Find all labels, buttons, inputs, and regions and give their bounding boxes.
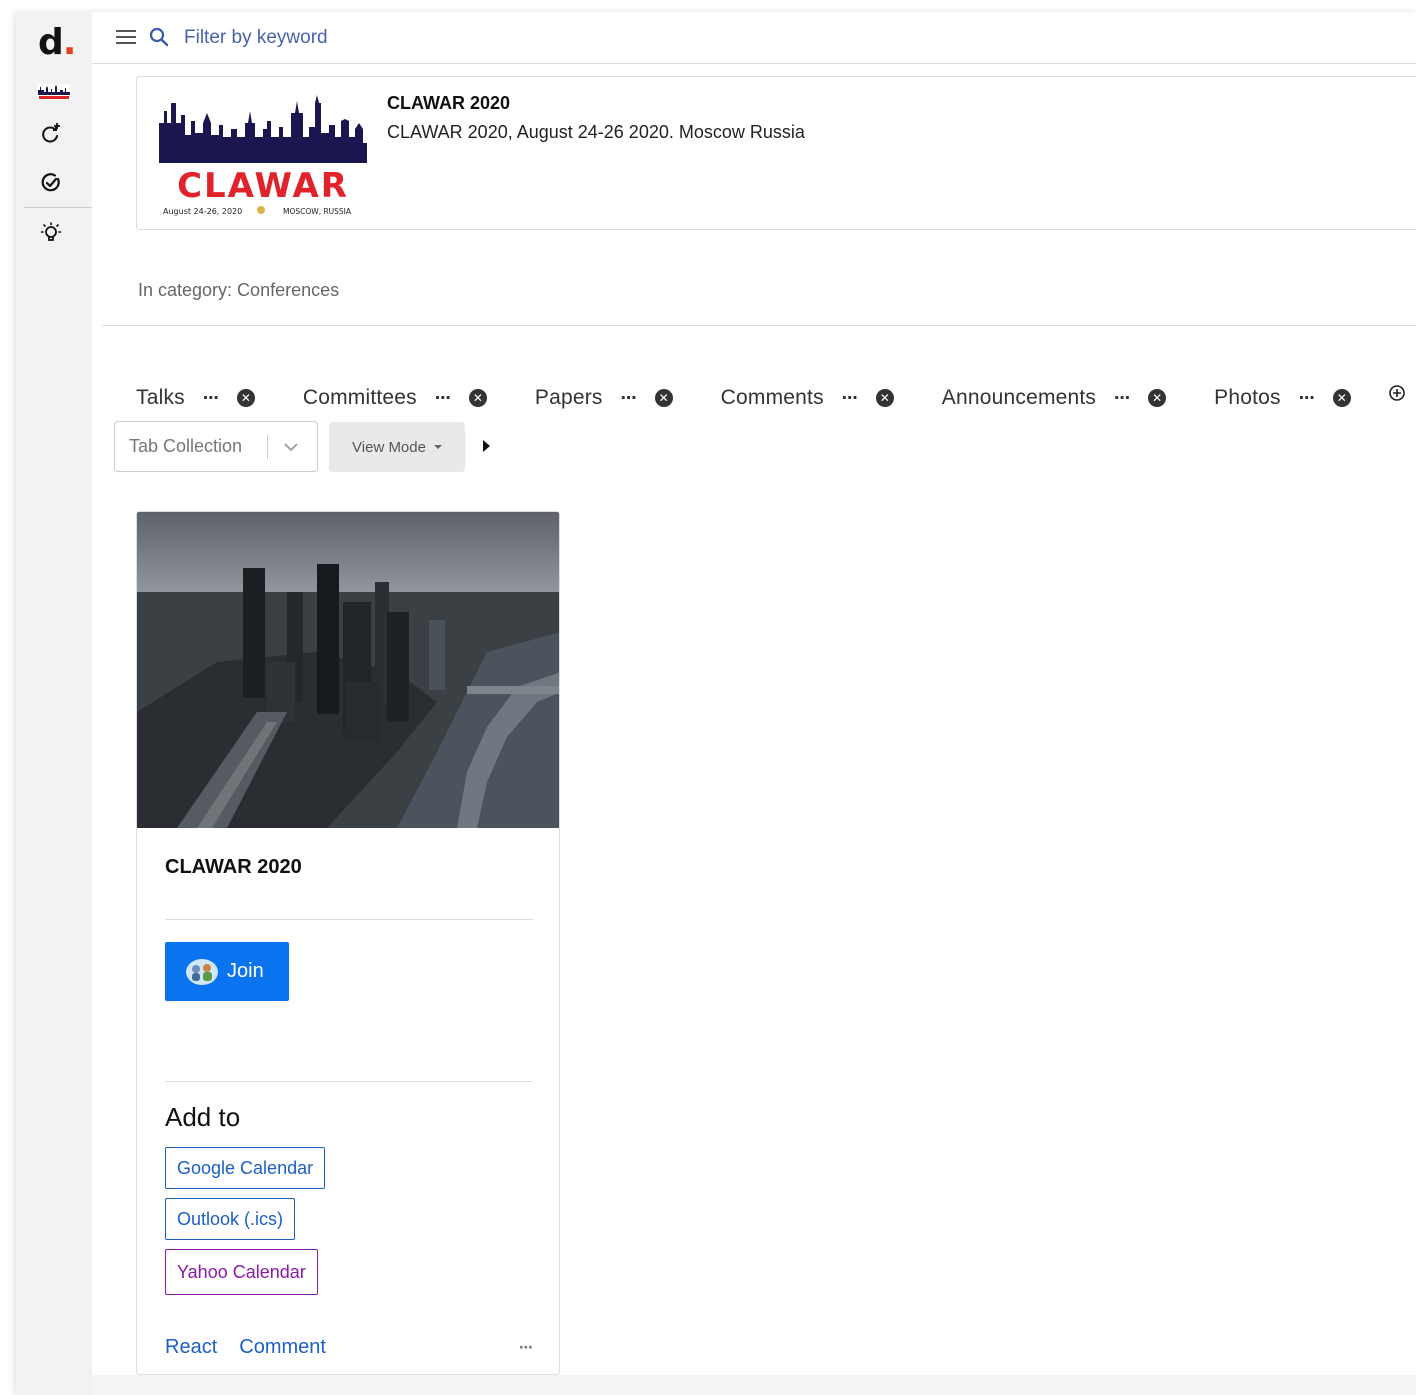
view-mode-label: View Mode [352, 438, 426, 456]
event-cover-photo [137, 512, 559, 828]
tab-papers[interactable]: Papers ⋯ ✕ [535, 378, 673, 418]
tab-label: Photos [1214, 386, 1281, 409]
divider [165, 919, 533, 920]
category-label[interactable]: In category: Conferences [138, 280, 339, 301]
tab-label: Announcements [941, 386, 1097, 409]
tab-bar: Talks ⋯ ✕ Committees ⋯ ✕ Papers ⋯ ✕ Comm… [136, 378, 1399, 426]
more-icon[interactable]: ⋯ [519, 1339, 533, 1356]
add-to-heading: Add to [165, 1102, 241, 1132]
react-link[interactable]: React [165, 1336, 217, 1359]
search-input[interactable] [184, 24, 584, 52]
event-card: CLAWAR 2020 Join Add to Google Calendar … [136, 511, 560, 1375]
tab-collection-select[interactable]: Tab Collection [114, 421, 318, 472]
tab-photos[interactable]: Photos ⋯ ✕ [1214, 378, 1351, 418]
select-divider [267, 435, 268, 459]
google-calendar-button[interactable]: Google Calendar [165, 1147, 326, 1189]
close-icon[interactable]: ✕ [875, 389, 894, 407]
logo-location: MOSCOW, RUSSIA [283, 207, 352, 216]
event-title[interactable]: CLAWAR 2020 [165, 856, 302, 879]
logo-word: CLAWAR [177, 166, 349, 206]
tab-label: Comments [720, 386, 824, 409]
more-icon[interactable]: ⋯ [203, 388, 219, 408]
yahoo-calendar-button[interactable]: Yahoo Calendar [165, 1249, 318, 1295]
more-icon[interactable]: ⋯ [842, 388, 858, 408]
check-circle-icon[interactable] [39, 171, 63, 195]
more-icon[interactable]: ⋯ [435, 388, 451, 408]
close-icon[interactable]: ✕ [654, 389, 673, 407]
meeting-icon [186, 958, 218, 985]
top-bar [92, 12, 1416, 64]
close-icon[interactable]: ✕ [236, 389, 255, 407]
more-icon[interactable]: ⋯ [1299, 388, 1315, 408]
divider [102, 325, 1416, 326]
join-button[interactable]: Join [165, 942, 289, 1001]
rail-divider [24, 207, 92, 208]
conference-thumbnail[interactable] [37, 84, 71, 100]
refresh-plus-icon[interactable] [39, 121, 63, 145]
tab-label: Papers [534, 386, 603, 409]
lightbulb-icon[interactable] [39, 221, 63, 245]
add-circle-icon[interactable] [1388, 384, 1406, 402]
tab-talks[interactable]: Talks ⋯ ✕ [136, 378, 255, 426]
card-footer: React Comment ⋯ [165, 1336, 533, 1359]
tab-announcements[interactable]: Announcements ⋯ ✕ [941, 378, 1167, 418]
tab-collection-label: Tab Collection [129, 436, 243, 456]
app-frame: d. CLAWAR August 24-26, 2020 MOSCOW, RUS… [16, 12, 1416, 1395]
comment-link[interactable]: Comment [239, 1336, 326, 1359]
app-logo[interactable]: d. [38, 22, 76, 63]
close-icon[interactable]: ✕ [468, 389, 487, 407]
view-mode-button[interactable]: View Mode [329, 422, 465, 472]
tab-label: Talks [136, 386, 185, 409]
close-icon[interactable]: ✕ [1332, 389, 1351, 407]
tab-label: Committees [302, 386, 417, 409]
tab-committees[interactable]: Committees ⋯ ✕ [303, 378, 487, 418]
tab-comments[interactable]: Comments ⋯ ✕ [721, 378, 894, 418]
more-icon[interactable]: ⋯ [1114, 388, 1130, 408]
chevron-down-icon [284, 443, 298, 452]
menu-icon[interactable] [116, 30, 136, 46]
outlook-calendar-button[interactable]: Outlook (.ics) [165, 1198, 296, 1240]
left-rail: d. [16, 12, 92, 1395]
more-icon[interactable]: ⋯ [621, 388, 637, 408]
conference-description: CLAWAR 2020, August 24-26 2020. Moscow R… [387, 122, 805, 142]
clawar-logo: CLAWAR August 24-26, 2020 MOSCOW, RUSSIA [159, 95, 367, 216]
divider [165, 1081, 533, 1082]
bottom-strip [92, 1375, 1416, 1395]
close-icon[interactable]: ✕ [1148, 389, 1167, 407]
caret-down-icon [433, 445, 442, 449]
logo-dates: August 24-26, 2020 [163, 207, 242, 216]
conference-header-card: CLAWAR August 24-26, 2020 MOSCOW, RUSSIA… [136, 76, 1416, 230]
search-icon [149, 27, 169, 47]
conference-title: CLAWAR 2020 [387, 93, 511, 113]
play-icon[interactable] [483, 440, 490, 452]
join-label: Join [227, 960, 264, 982]
